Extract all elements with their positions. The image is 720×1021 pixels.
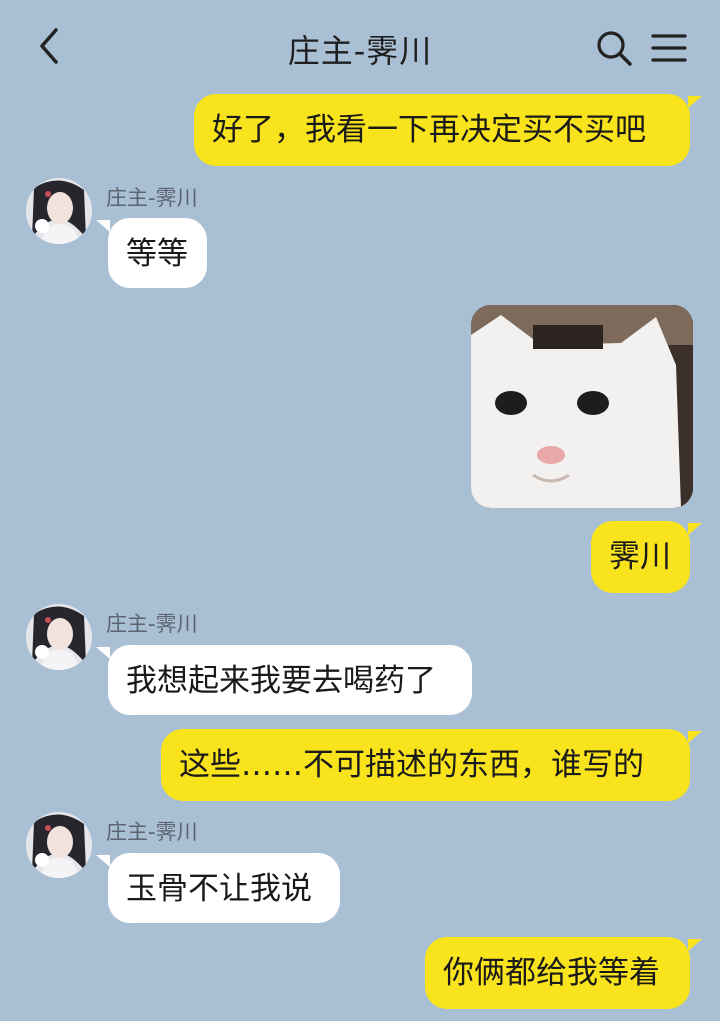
- message-bubble-incoming[interactable]: 我想起来我要去喝药了: [108, 645, 472, 715]
- avatar[interactable]: [26, 812, 92, 878]
- message-text: 你俩都给我等着: [443, 955, 660, 991]
- sender-name: 庄主-霁川: [106, 820, 198, 844]
- message-bubble-outgoing[interactable]: 这些……不可描述的东西，谁写的: [161, 729, 690, 801]
- message-bubble-outgoing[interactable]: 霁川: [591, 521, 690, 593]
- bubble-tail: [96, 855, 110, 867]
- message-text: 玉骨不让我说: [126, 871, 312, 907]
- bubble-tail: [688, 96, 702, 108]
- message-bubble-outgoing[interactable]: 你俩都给我等着: [425, 937, 690, 1009]
- message-text: 等等: [126, 236, 188, 272]
- cat-sticker-image[interactable]: [471, 305, 693, 508]
- search-icon: [597, 31, 632, 66]
- message-bubble-incoming[interactable]: 玉骨不让我说: [108, 853, 340, 923]
- white-cat-sticker-icon: [471, 305, 693, 508]
- bubble-tail: [688, 939, 702, 951]
- avatar-image: [26, 178, 92, 244]
- chat-header: 庄主-霁川: [0, 0, 720, 92]
- sender-name: 庄主-霁川: [106, 612, 198, 636]
- menu-button[interactable]: [650, 28, 688, 68]
- bubble-tail: [688, 523, 702, 535]
- message-text: 我想起来我要去喝药了: [126, 663, 436, 699]
- message-text: 好了，我看一下再决定买不买吧: [212, 112, 646, 148]
- search-button[interactable]: [594, 28, 634, 68]
- sender-name: 庄主-霁川: [106, 186, 198, 210]
- bubble-tail: [688, 731, 702, 743]
- avatar-image: [26, 812, 92, 878]
- message-text: 霁川: [609, 539, 671, 575]
- bubble-tail: [96, 647, 110, 659]
- avatar-image: [26, 604, 92, 670]
- avatar[interactable]: [26, 604, 92, 670]
- bubble-tail: [96, 220, 110, 232]
- message-text: 这些……不可描述的东西，谁写的: [179, 747, 644, 783]
- menu-icon: [651, 34, 687, 62]
- avatar[interactable]: [26, 178, 92, 244]
- message-bubble-outgoing[interactable]: 好了，我看一下再决定买不买吧: [194, 94, 690, 166]
- message-bubble-incoming[interactable]: 等等: [108, 218, 207, 288]
